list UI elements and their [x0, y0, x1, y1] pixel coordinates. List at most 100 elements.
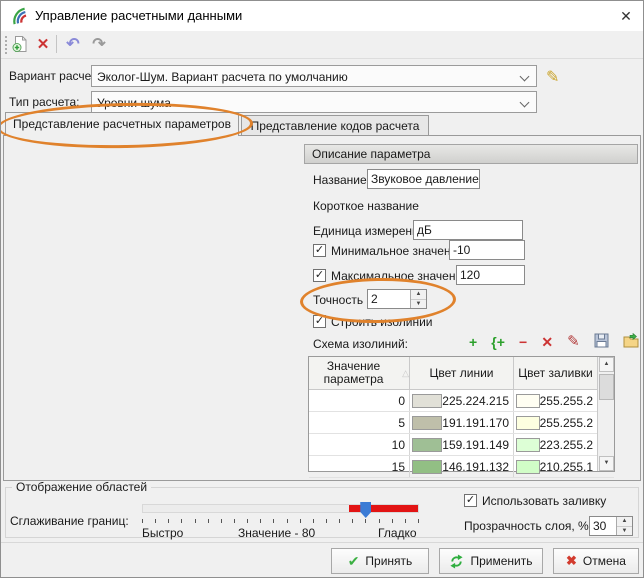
accept-label: Принять — [365, 554, 412, 568]
cancel-button[interactable]: ✖ Отмена — [553, 548, 639, 574]
delete-button[interactable]: ✕ — [32, 33, 54, 55]
scroll-up-icon[interactable]: ▲ — [599, 357, 614, 372]
short-name-label: Короткое название — [313, 199, 419, 213]
precision-value: 2 — [371, 291, 378, 307]
close-icon[interactable]: ✕ — [609, 1, 643, 31]
clear-icon[interactable]: ✕ — [541, 334, 553, 350]
slider-value-label: Значение - 80 — [238, 526, 315, 540]
scroll-down-icon[interactable]: ▼ — [599, 456, 614, 471]
name-input[interactable]: Звуковое давление — [367, 169, 480, 189]
cell-value[interactable]: 5 — [309, 412, 410, 433]
rgb-text: 210.255.1 — [540, 460, 593, 474]
apply-button[interactable]: Применить — [439, 548, 543, 574]
min-label: Минимальное значение — [331, 244, 464, 258]
refresh-icon — [449, 554, 464, 569]
use-fill-label: Использовать заливку — [482, 494, 606, 508]
cell-value[interactable]: 10 — [309, 434, 410, 455]
col-header-fill-color[interactable]: Цвет заливки — [514, 357, 597, 389]
unit-label: Единица измерения — [313, 224, 425, 238]
accept-button[interactable]: ✔ Принять — [331, 548, 429, 574]
isolines-checkbox[interactable]: ✓ — [313, 315, 326, 328]
color-swatch[interactable] — [516, 438, 540, 452]
variant-combobox[interactable]: Эколог-Шум. Вариант расчета по умолчанию — [91, 65, 537, 87]
tab-parameters[interactable]: Представление расчетных параметров — [5, 112, 239, 136]
use-fill-checkbox[interactable]: ✓ — [464, 494, 477, 507]
cell-line-color[interactable]: 225.224.215 — [410, 390, 514, 411]
add-button[interactable] — [9, 33, 31, 55]
cancel-label: Отмена — [583, 554, 626, 568]
color-swatch[interactable] — [412, 416, 442, 430]
table-row[interactable]: 5191.191.170 255.255.2 — [309, 412, 614, 434]
type-combobox[interactable]: Уровни шума — [91, 91, 537, 113]
groupbox-title: Отображение областей — [12, 480, 151, 494]
opacity-spinner[interactable]: 30 ▲ ▼ — [589, 516, 633, 536]
cell-line-color[interactable]: 159.191.149 — [410, 434, 514, 455]
add-range-icon[interactable]: {+ — [491, 334, 505, 350]
min-input[interactable]: -10 — [449, 240, 525, 260]
add-page-icon — [11, 35, 29, 53]
col-header-value[interactable]: Значение параметра △ — [309, 357, 410, 389]
opacity-label: Прозрачность слоя, % — [464, 519, 589, 533]
variant-value: Эколог-Шум. Вариант расчета по умолчанию — [97, 70, 348, 84]
spin-down-icon[interactable]: ▼ — [617, 527, 632, 536]
scrollbar-thumb[interactable] — [599, 374, 614, 400]
toolbar: ✕ ↶ ↷ — [1, 31, 643, 59]
sort-ascending-icon: △ — [402, 367, 409, 380]
slider-tick — [260, 519, 261, 523]
rgb-text: 255.255.2 — [540, 416, 593, 430]
cell-fill-color[interactable]: 255.255.2 — [514, 390, 597, 411]
add-row-icon[interactable]: + — [469, 334, 477, 350]
cell-fill-color[interactable]: 210.255.1 — [514, 456, 597, 477]
spin-up-icon[interactable]: ▲ — [617, 517, 632, 527]
title-bar: Управление расчетными данными ✕ — [1, 1, 643, 32]
max-label: Максимальное значение — [331, 269, 469, 283]
cell-line-color[interactable]: 191.191.170 — [410, 412, 514, 433]
table-row[interactable]: 10159.191.149 223.255.2 — [309, 434, 614, 456]
max-input[interactable]: 120 — [456, 265, 525, 285]
rgb-text: 223.255.2 — [540, 438, 593, 452]
slider-tick — [313, 519, 314, 523]
check-icon: ✔ — [348, 553, 360, 570]
table-row[interactable]: 0225.224.215255.255.2 — [309, 390, 614, 412]
smoothing-slider[interactable] — [142, 504, 419, 513]
cell-line-color[interactable]: 146.191.132 — [410, 456, 514, 477]
undo-button[interactable]: ↶ — [62, 33, 84, 55]
save-scheme-icon[interactable] — [594, 333, 609, 351]
type-label: Тип расчета: — [9, 95, 79, 109]
slider-thumb[interactable] — [360, 502, 371, 518]
color-swatch[interactable] — [412, 394, 442, 408]
undo-icon: ↶ — [66, 34, 79, 54]
slider-left-label: Быстро — [142, 526, 183, 540]
table-scrollbar[interactable]: ▲ ▼ — [597, 357, 614, 471]
table-row[interactable]: 15146.191.132 210.255.1 — [309, 456, 614, 478]
redo-button[interactable]: ↷ — [88, 33, 110, 55]
slider-tick — [300, 519, 301, 523]
slider-tick — [155, 519, 156, 523]
name-label: Название — [313, 173, 367, 187]
cell-fill-color[interactable]: 255.255.2 — [514, 412, 597, 433]
isolines-label: Строить изолинии — [331, 315, 433, 329]
chevron-down-icon — [520, 72, 530, 82]
col-header-line-color[interactable]: Цвет линии — [410, 357, 514, 389]
color-swatch[interactable] — [412, 438, 442, 452]
tab-codes[interactable]: Представление кодов расчета — [241, 115, 429, 136]
max-checkbox[interactable]: ✓ — [313, 269, 326, 282]
color-swatch[interactable] — [516, 394, 540, 408]
spin-down-icon[interactable]: ▼ — [411, 300, 426, 309]
precision-spinner[interactable]: 2 ▲ ▼ — [367, 289, 427, 309]
edit-variant-icon[interactable]: ✎ — [546, 67, 559, 87]
cell-value[interactable]: 15 — [309, 456, 410, 477]
load-scheme-icon[interactable] — [623, 333, 639, 351]
unit-input[interactable]: дБ — [413, 220, 523, 240]
edit-row-icon[interactable]: ✎ — [567, 334, 580, 350]
button-bar-divider — [1, 542, 643, 543]
color-swatch[interactable] — [412, 460, 442, 474]
spin-up-icon[interactable]: ▲ — [411, 290, 426, 300]
color-swatch[interactable] — [516, 416, 540, 430]
slider-ticks — [142, 519, 419, 523]
min-checkbox[interactable]: ✓ — [313, 244, 326, 257]
color-swatch[interactable] — [516, 460, 540, 474]
remove-row-icon[interactable]: − — [519, 334, 527, 350]
cell-fill-color[interactable]: 223.255.2 — [514, 434, 597, 455]
cell-value[interactable]: 0 — [309, 390, 410, 411]
